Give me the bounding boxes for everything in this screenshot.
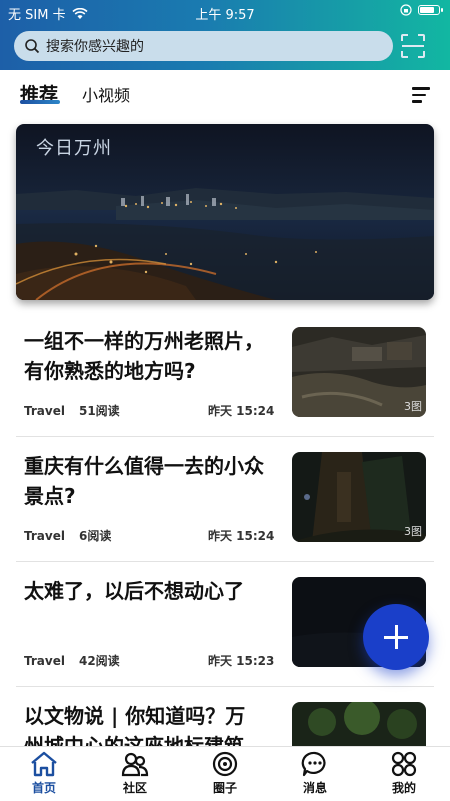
article-thumbnail: 3图 [292,327,426,417]
article-thumbnail [292,702,426,746]
image-count-badge: 3图 [404,400,422,413]
home-icon [31,751,57,777]
menu-icon[interactable] [412,87,432,103]
banner-title: 今日万州 [36,138,112,159]
divider [16,436,434,437]
tab-short-video[interactable]: 小视频 [82,82,130,106]
article-meta: Travel 51阅读 [24,402,134,419]
nav-home[interactable]: 首页 [14,751,74,796]
status-time: 上午 9:57 [195,8,255,23]
divider [16,686,434,687]
article-time: 昨天 15:23 [208,654,275,668]
article-reads: 42阅读 [78,654,120,668]
divider [16,561,434,562]
community-icon [121,752,149,777]
active-tab-indicator [20,100,60,104]
article-title: 以文物说 | 你知道吗？万州城中心的这座地标建筑 [24,704,246,746]
article-time: 昨天 15:24 [208,404,275,418]
article-item[interactable]: 重庆有什么值得一去的小众景点? Travel 6阅读 昨天 15:24 3图 [0,451,450,576]
scan-icon[interactable] [400,33,426,59]
article-reads: 6阅读 [78,529,112,543]
add-post-button[interactable] [363,604,429,670]
featured-banner[interactable]: 今日万州 [16,124,434,300]
nav-messages[interactable]: 消息 [285,751,345,796]
article-time: 昨天 15:24 [208,529,275,543]
nav-circle[interactable]: 圈子 [195,751,255,796]
article-title: 太难了，以后不想动心了 [24,579,244,603]
search-icon [25,39,40,54]
article-category: Travel [24,529,65,543]
article-meta: Travel 42阅读 [24,652,134,669]
profile-icon [391,751,417,777]
search-placeholder: 搜索你感兴趣的 [46,39,144,55]
nav-label: 消息 [302,781,327,795]
battery-icon [418,5,443,15]
article-thumbnail: 3图 [292,452,426,542]
article-meta: Travel 6阅读 [24,527,125,544]
article-category: Travel [24,404,65,418]
nav-label: 圈子 [212,781,237,795]
image-count-badge: 3图 [404,525,422,538]
battery-level [420,7,434,13]
nav-label: 社区 [122,781,147,795]
article-reads: 51阅读 [78,404,120,418]
article-item[interactable]: 一组不一样的万州老照片，有你熟悉的地方吗? Travel 51阅读 昨天 15:2… [0,326,450,451]
article-title: 重庆有什么值得一去的小众景点? [24,454,264,508]
nav-profile[interactable]: 我的 [374,751,434,796]
nav-label: 我的 [391,781,416,795]
status-bar: 无 SIM 卡 上午 9:57 [0,0,450,24]
article-title: 一组不一样的万州老照片，有你熟悉的地方吗? [24,329,264,383]
article-item[interactable]: 以文物说 | 你知道吗？万州城中心的这座地标建筑 [0,701,450,746]
nav-community[interactable]: 社区 [105,751,165,796]
bottom-navigation: 首页 社区 圈子 消息 我的 [0,746,450,801]
orientation-lock-icon [400,4,412,16]
search-input[interactable]: 搜索你感兴趣的 [14,31,393,61]
category-tabs: 推荐 小视频 [0,70,450,118]
article-category: Travel [24,654,65,668]
nav-label: 首页 [31,781,56,795]
message-icon [301,751,326,777]
circle-icon [212,751,238,777]
